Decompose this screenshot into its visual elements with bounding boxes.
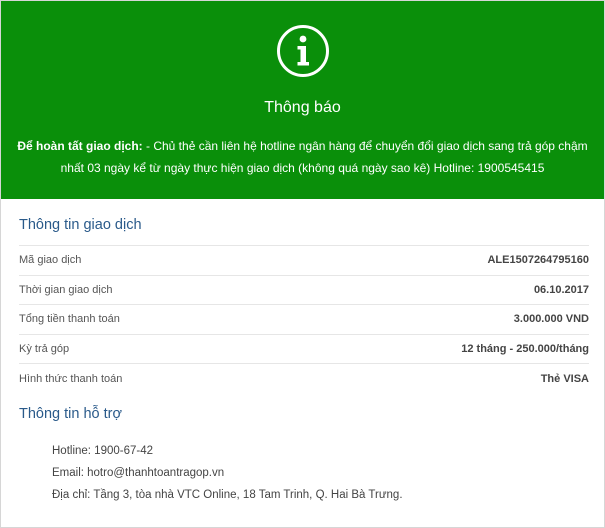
support-section-title: Thông tin hỗ trợ — [19, 406, 123, 422]
notification-page: Thông báo Để hoàn tất giao dịch: - Chủ t… — [0, 0, 605, 528]
info-circle-icon — [277, 25, 329, 77]
table-row: Tổng tiền thanh toán 3.000.000 VND — [19, 304, 589, 334]
transaction-section-title: Thông tin giao dịch — [19, 217, 142, 233]
row-value: Thẻ VISA — [540, 372, 589, 385]
table-row: Thời gian giao dịch 06.10.2017 — [19, 274, 589, 305]
banner-message-bold: Để hoàn tất giao dịch: — [17, 139, 143, 153]
banner-title: Thông báo — [264, 99, 341, 116]
table-row: Hình thức thanh toán Thẻ VISA — [19, 363, 589, 393]
row-label: Hình thức thanh toán — [19, 372, 123, 385]
support-address: Địa chỉ: Tầng 3, tòa nhà VTC Online, 18 … — [52, 489, 403, 501]
table-row: Mã giao dịch ALE1507264795160 — [19, 245, 589, 275]
row-label: Mã giao dịch — [19, 254, 82, 267]
row-label: Kỳ trả góp — [19, 343, 70, 356]
support-email: Email: hotro@thanhtoantragop.vn — [52, 467, 225, 479]
row-label: Thời gian giao dịch — [19, 283, 113, 296]
row-value: 12 tháng - 250.000/tháng — [461, 343, 589, 356]
row-value: 3.000.000 VND — [513, 313, 589, 326]
transaction-rows: Mã giao dịch ALE1507264795160 Thời gian … — [19, 245, 589, 393]
table-row: Kỳ trả góp 12 tháng - 250.000/tháng — [19, 333, 589, 364]
row-value: 06.10.2017 — [533, 283, 589, 296]
notice-banner: Thông báo Để hoàn tất giao dịch: - Chủ t… — [1, 1, 604, 199]
banner-message: Để hoàn tất giao dịch: - Chủ thẻ cần liê… — [15, 135, 590, 179]
support-hotline: Hotline: 1900-67-42 — [52, 445, 154, 457]
row-value: ALE1507264795160 — [487, 254, 589, 267]
support-info: Hotline: 1900-67-42 Email: hotro@thanhto… — [52, 440, 403, 506]
row-label: Tổng tiền thanh toán — [19, 313, 120, 326]
